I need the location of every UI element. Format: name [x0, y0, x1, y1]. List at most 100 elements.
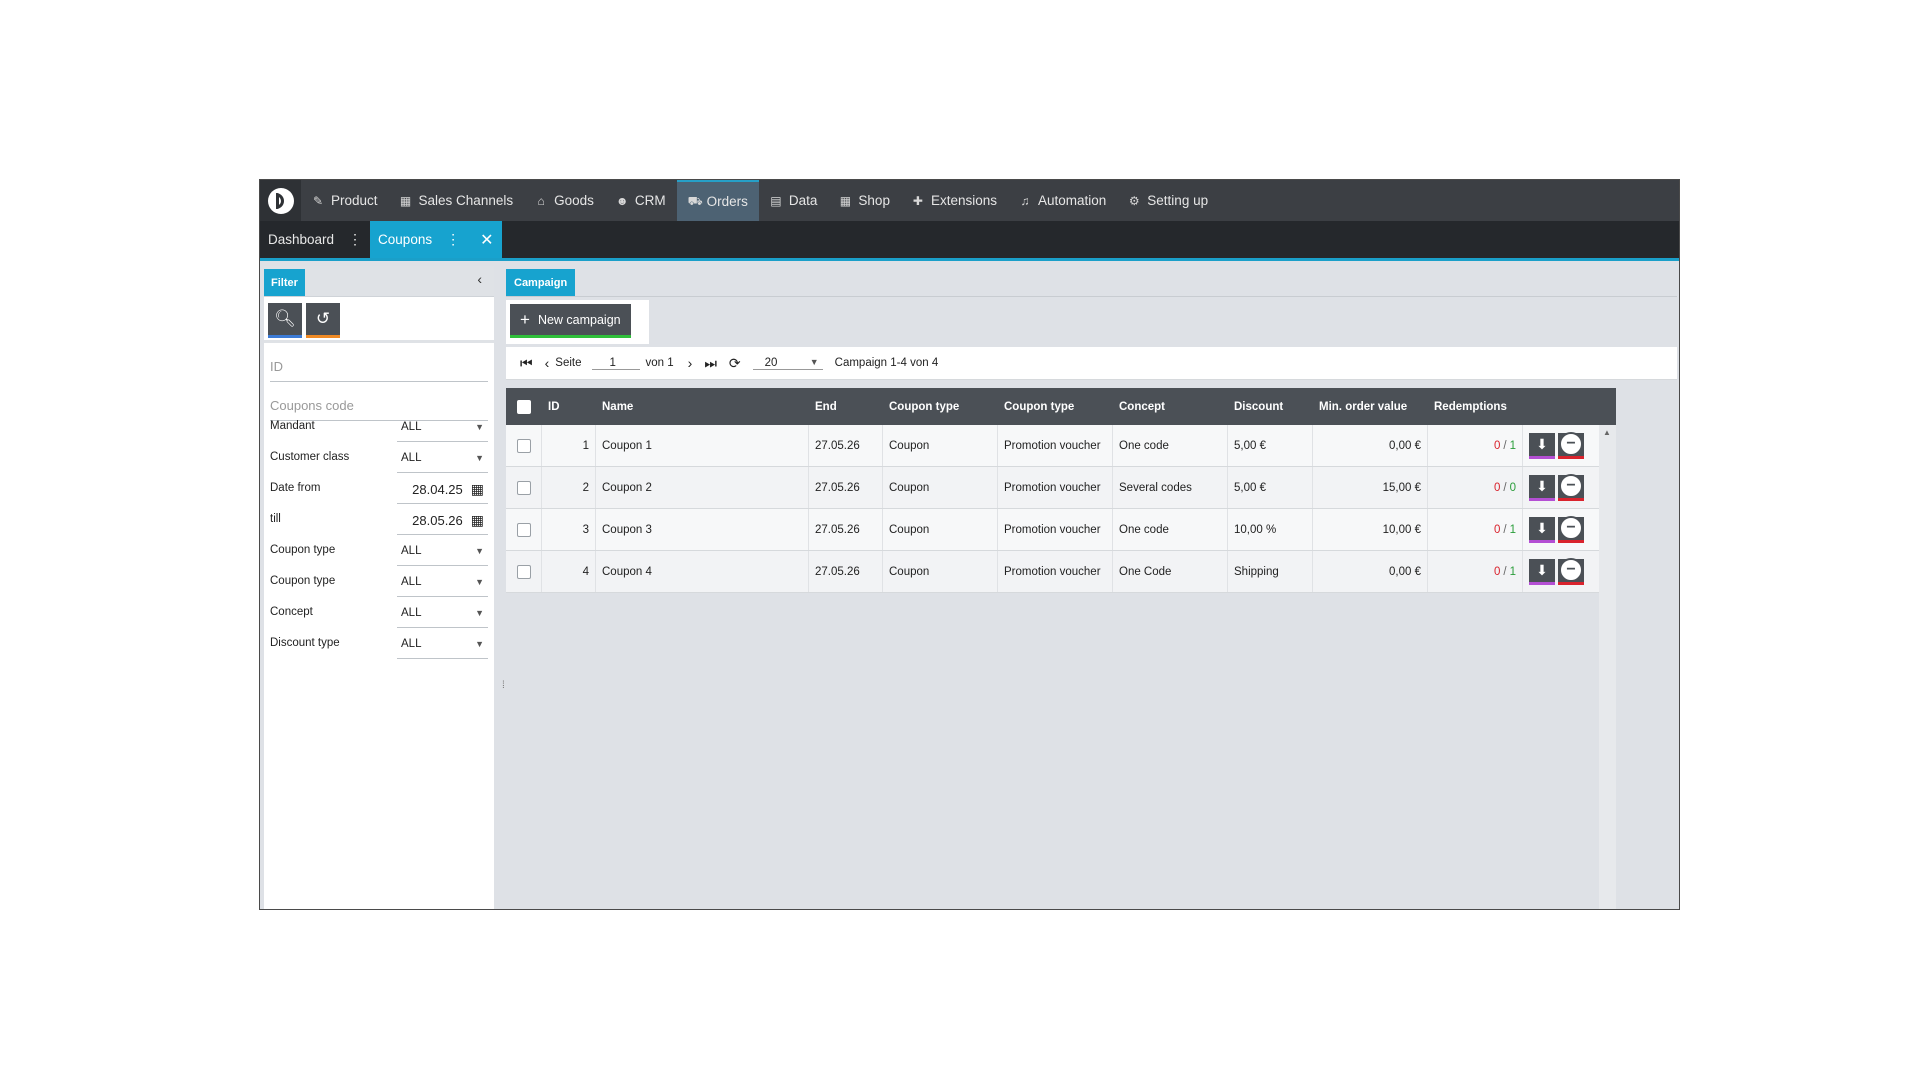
- cell-end: 27.05.26: [809, 551, 883, 592]
- tab-menu-icon[interactable]: ⋮: [446, 231, 460, 248]
- cell-actions: ⬇ −: [1523, 509, 1599, 550]
- calendar-icon[interactable]: ▦: [471, 512, 484, 529]
- cell-discount: 10,00 %: [1228, 509, 1313, 550]
- scroll-up-icon[interactable]: ▲: [1603, 428, 1611, 437]
- filter-select[interactable]: ALL ▼: [397, 537, 488, 566]
- filter-label: Concept: [270, 605, 313, 618]
- filter-row: Date from 28.04.25 ▦: [270, 472, 488, 504]
- redemptions-used: 0: [1493, 439, 1501, 452]
- reset-button[interactable]: ↺: [306, 303, 340, 338]
- col-id[interactable]: ID: [542, 388, 596, 425]
- date-field[interactable]: 28.05.26 ▦: [397, 506, 488, 535]
- tab-menu-icon[interactable]: ⋮: [348, 231, 362, 248]
- row-checkbox[interactable]: [516, 438, 531, 453]
- prev-page-icon[interactable]: ‹: [545, 355, 550, 371]
- select-value: ALL: [401, 421, 422, 433]
- collapse-panel-icon[interactable]: ‹: [477, 271, 482, 287]
- filter-row: Customer class ALL ▼: [270, 441, 488, 473]
- col-discount[interactable]: Discount: [1228, 388, 1313, 425]
- cell-coupon-type-2: Promotion voucher: [998, 509, 1113, 550]
- remove-button[interactable]: −: [1558, 474, 1584, 501]
- chevron-down-icon: ▼: [475, 422, 484, 432]
- nav-item-product[interactable]: ✎ Product: [301, 180, 389, 221]
- puzzle-icon: ✚: [912, 193, 923, 208]
- date-field[interactable]: 28.04.25 ▦: [397, 475, 488, 504]
- campaign-chip[interactable]: Campaign: [506, 269, 576, 296]
- tab-dashboard[interactable]: Dashboard ⋮: [260, 221, 370, 258]
- col-name[interactable]: Name: [596, 388, 809, 425]
- download-button[interactable]: ⬇: [1529, 474, 1555, 501]
- per-page-select[interactable]: 20 ▼: [752, 356, 823, 370]
- tab-coupons[interactable]: Coupons ⋮ ✕: [370, 221, 502, 258]
- new-campaign-button[interactable]: + New campaign: [510, 304, 631, 338]
- resize-handle-icon[interactable]: ⁞: [502, 680, 505, 691]
- new-campaign-label: New campaign: [537, 312, 621, 327]
- table-row[interactable]: 1 Coupon 1 27.05.26 Coupon Promotion voucher…: [506, 425, 1616, 467]
- download-button[interactable]: ⬇: [1529, 432, 1555, 459]
- search-button[interactable]: 🔍︎: [268, 303, 302, 338]
- nav-item-label: Orders: [706, 194, 748, 209]
- download-button[interactable]: ⬇: [1529, 516, 1555, 543]
- close-tab-icon[interactable]: ✕: [480, 230, 493, 250]
- remove-button[interactable]: −: [1558, 558, 1584, 585]
- id-field[interactable]: ID: [270, 351, 488, 382]
- filter-chip[interactable]: Filter: [264, 269, 305, 296]
- select-value: ALL: [401, 607, 422, 619]
- table-row[interactable]: 3 Coupon 3 27.05.26 Coupon Promotion voucher…: [506, 509, 1616, 551]
- nav-item-automation[interactable]: ♫ Automation: [1008, 180, 1117, 221]
- boxes-icon: ⌂: [537, 193, 545, 208]
- last-page-icon[interactable]: ⏭: [704, 355, 717, 372]
- filter-select[interactable]: ALL ▼: [397, 630, 488, 659]
- logo[interactable]: [260, 180, 301, 221]
- next-page-icon[interactable]: ›: [688, 355, 693, 371]
- select-all-checkbox[interactable]: [517, 399, 531, 414]
- chevron-down-icon: ▼: [475, 608, 484, 618]
- col-end[interactable]: End: [809, 388, 883, 425]
- remove-button[interactable]: −: [1558, 516, 1584, 543]
- select-value: ALL: [401, 576, 422, 588]
- row-checkbox[interactable]: [516, 564, 531, 579]
- panel-divider[interactable]: [494, 266, 502, 909]
- filter-panel: Filter ‹ 🔍︎ ↺ ID Coupons code Mandant ALL…: [264, 266, 494, 909]
- refresh-icon[interactable]: ⟳: [729, 355, 741, 372]
- tab-coupons-label: Coupons: [378, 232, 433, 247]
- filter-select[interactable]: ALL ▼: [397, 413, 488, 442]
- row-checkbox[interactable]: [516, 480, 531, 495]
- nav-item-goods[interactable]: ⌂ Goods: [524, 180, 605, 221]
- date-value: 28.04.25: [412, 481, 463, 497]
- filter-select[interactable]: ALL ▼: [397, 599, 488, 628]
- col-min-order[interactable]: Min. order value: [1313, 388, 1428, 425]
- filter-select[interactable]: ALL ▼: [397, 568, 488, 597]
- row-checkbox[interactable]: [516, 522, 531, 537]
- download-button[interactable]: ⬇: [1529, 558, 1555, 585]
- first-page-icon[interactable]: ⏮: [520, 355, 533, 372]
- col-coupon-type-2[interactable]: Coupon type: [998, 388, 1113, 425]
- col-coupon-type[interactable]: Coupon type: [883, 388, 998, 425]
- chevron-down-icon: ▼: [475, 546, 484, 556]
- campaign-table: ID Name End Coupon type Coupon type Conc…: [506, 388, 1616, 593]
- nav-item-label: Setting up: [1147, 193, 1209, 208]
- nav-item-extensions[interactable]: ✚ Extensions: [901, 180, 1008, 221]
- nav-item-data[interactable]: ▤ Data: [759, 180, 829, 221]
- cell-coupon-type-2: Promotion voucher: [998, 425, 1113, 466]
- nav-item-crm[interactable]: ☻ CRM: [605, 180, 677, 221]
- cell-redemptions: 0/1: [1428, 551, 1523, 592]
- calendar-icon[interactable]: ▦: [471, 481, 484, 498]
- chevron-down-icon: ▼: [475, 639, 484, 649]
- nav-item-sales-channels[interactable]: ▦ Sales Channels: [389, 180, 525, 221]
- select-all-cell: [506, 388, 542, 425]
- nav-item-orders[interactable]: ⛟ Orders: [676, 180, 759, 221]
- redemptions-separator: /: [1503, 523, 1507, 536]
- page-input[interactable]: 1: [591, 357, 640, 370]
- table-row[interactable]: 2 Coupon 2 27.05.26 Coupon Promotion voucher…: [506, 467, 1616, 509]
- remove-button[interactable]: −: [1558, 432, 1584, 459]
- per-page-value: 20: [764, 356, 778, 369]
- col-redemptions[interactable]: Redemptions: [1428, 388, 1523, 425]
- table-row[interactable]: 4 Coupon 4 27.05.26 Coupon Promotion voucher…: [506, 551, 1616, 593]
- redemptions-total: 1: [1509, 565, 1516, 578]
- nav-item-shop[interactable]: ▦ Shop: [828, 180, 901, 221]
- filter-select[interactable]: ALL ▼: [397, 444, 488, 473]
- vertical-scrollbar[interactable]: [1599, 425, 1616, 909]
- nav-item-setting-up[interactable]: ⚙ Setting up: [1117, 180, 1219, 221]
- col-concept[interactable]: Concept: [1113, 388, 1228, 425]
